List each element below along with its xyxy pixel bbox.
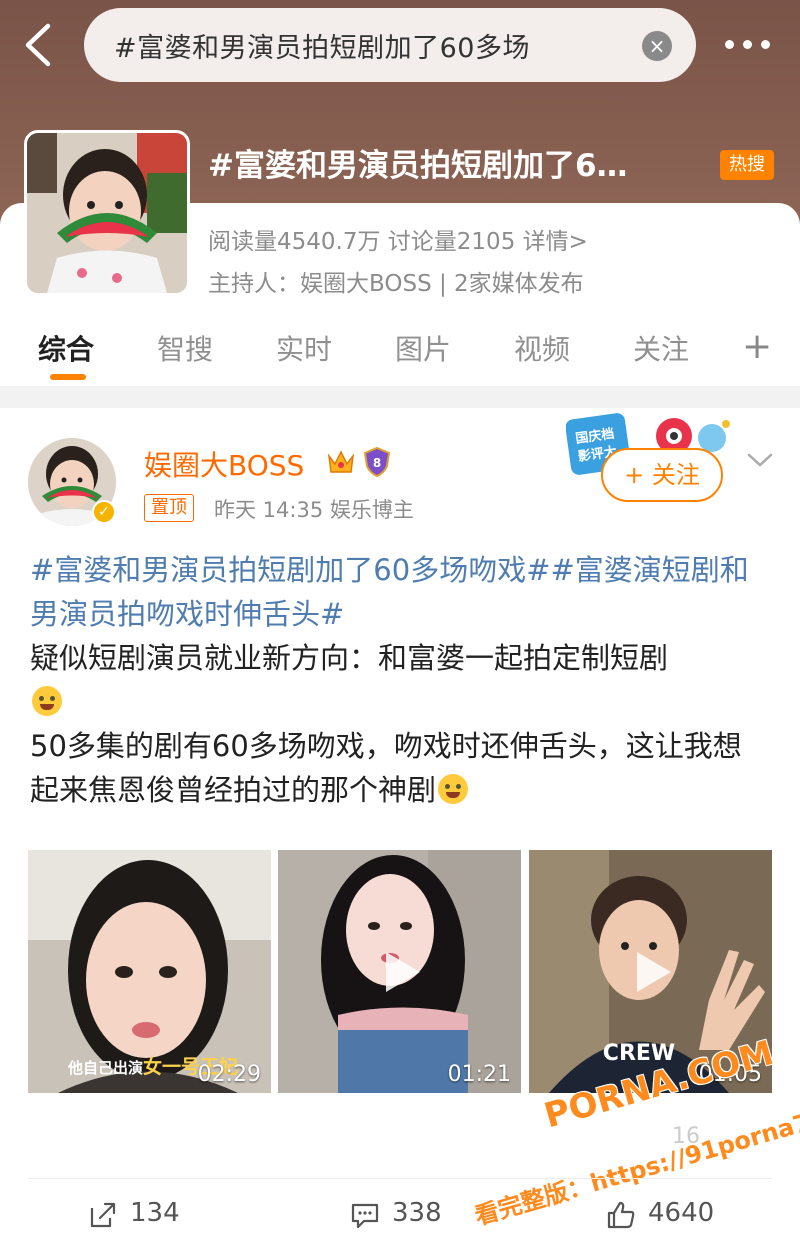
- like-count: 4640: [648, 1198, 715, 1228]
- thumbs-up-icon: [607, 1201, 635, 1229]
- back-button[interactable]: [20, 22, 56, 68]
- action-bar-divider: [28, 1178, 772, 1179]
- active-tab-indicator: [50, 374, 86, 380]
- post-text-line-1: 疑似短剧演员就业新方向：和富婆一起拍定制短剧: [30, 641, 669, 675]
- dot-icon: [743, 40, 752, 49]
- chevron-left-icon: [25, 23, 51, 67]
- post-hashtags[interactable]: #富婆和男演员拍短剧加了60多场吻戏##富婆演短剧和男演员拍吻戏时伸舌头#: [30, 553, 749, 631]
- shield-icon: 8: [363, 446, 391, 478]
- chevron-down-icon[interactable]: [746, 450, 774, 470]
- svg-text:8: 8: [373, 456, 381, 470]
- repost-count: 134: [130, 1198, 180, 1228]
- play-icon: [637, 952, 671, 992]
- video-duration: 02:29: [197, 1062, 261, 1087]
- play-icon: [386, 952, 420, 992]
- tab-shishi[interactable]: 实时: [276, 328, 332, 368]
- crying-laughing-emoji-icon: [32, 686, 62, 716]
- username[interactable]: 娱圈大BOSS: [144, 444, 304, 484]
- comment-icon: [351, 1203, 379, 1229]
- video-grid: 他自己出演女一号王妃 02:29 01:21 CREW 01:05: [28, 850, 772, 1093]
- tab-zhisou[interactable]: 智搜: [157, 328, 213, 368]
- tab-guanzhu[interactable]: 关注: [633, 328, 689, 368]
- topic-thumbnail: [24, 130, 190, 296]
- dot-icon: [761, 40, 770, 49]
- add-tab-button[interactable]: +: [742, 326, 772, 367]
- tab-shipin[interactable]: 视频: [514, 328, 570, 368]
- topic-title: #富婆和男演员拍短剧加了6…: [208, 148, 628, 184]
- topic-host[interactable]: 主持人：娱圈大BOSS | 2家媒体发布: [208, 264, 584, 298]
- follow-button[interactable]: + 关注: [601, 448, 723, 502]
- video-thumbnail-1[interactable]: 他自己出演女一号王妃 02:29: [28, 850, 271, 1093]
- close-icon: ×: [648, 34, 666, 58]
- dot-icon: [725, 40, 734, 49]
- topic-stats[interactable]: 阅读量4540.7万 讨论量2105 详情>: [208, 222, 588, 256]
- pinned-badge: 置顶: [144, 494, 194, 522]
- post-text-line-2: 50多集的剧有60多场吻戏，吻戏时还伸舌头，这让我想起来焦恩俊曾经拍过的那个神剧: [30, 729, 742, 807]
- section-divider: [0, 386, 800, 408]
- tab-tupian[interactable]: 图片: [395, 328, 451, 368]
- top-bar: #富婆和男演员拍短剧加了60多场 ×: [0, 0, 800, 96]
- clear-search-button[interactable]: ×: [642, 31, 672, 61]
- laughing-emoji-icon: [438, 774, 469, 804]
- tab-bar: 综合 智搜 实时 图片 视频 关注 +: [0, 318, 800, 388]
- video-thumbnail-2[interactable]: 01:21: [278, 850, 521, 1093]
- hot-badge: 热搜: [720, 150, 774, 180]
- crown-icon: [327, 450, 355, 473]
- comment-count: 338: [392, 1198, 442, 1228]
- more-options-button[interactable]: [725, 28, 775, 58]
- repost-icon: [90, 1202, 116, 1228]
- verified-badge-icon: ✓: [92, 500, 116, 524]
- post-meta: 昨天 14:35 娱乐博主: [214, 498, 414, 522]
- post-body: #富婆和男演员拍短剧加了60多场吻戏##富婆演短剧和男演员拍吻戏时伸舌头# 疑似…: [30, 548, 770, 812]
- tab-zonghe[interactable]: 综合: [38, 328, 94, 368]
- search-query[interactable]: #富婆和男演员拍短剧加了60多场: [114, 26, 634, 65]
- search-bar[interactable]: #富婆和男演员拍短剧加了60多场 ×: [84, 8, 696, 82]
- video-duration: 01:21: [447, 1062, 511, 1087]
